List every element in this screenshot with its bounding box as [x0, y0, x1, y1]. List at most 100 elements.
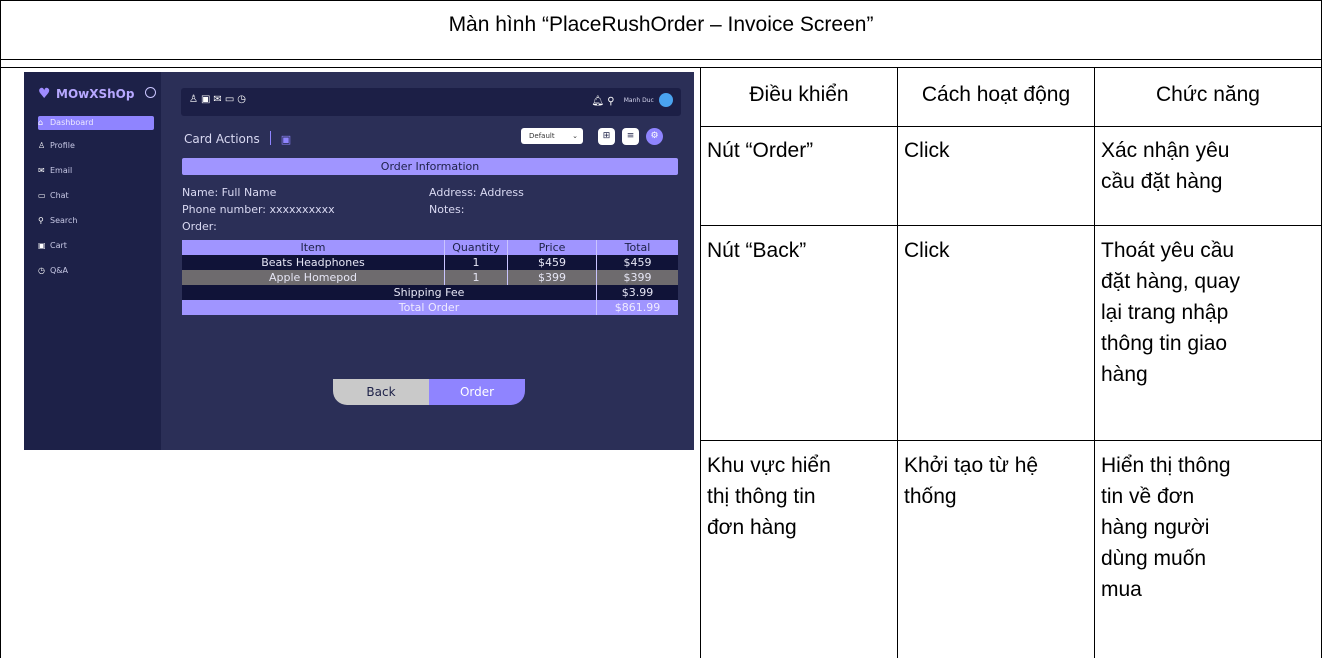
topbar-icons: ♙▣✉▭◷	[189, 94, 249, 105]
sidebar-item-dashboard[interactable]: ⌂ Dashboard	[38, 116, 154, 130]
sort-select-value: Default	[529, 132, 555, 140]
chevron-down-icon: ⌄	[572, 132, 578, 140]
table-row: Apple Homepod 1 $399 $399	[182, 270, 678, 285]
gear-icon: ⚙	[650, 131, 659, 141]
text-line: Khởi tạo từ hệ	[904, 454, 1039, 477]
item-name: Beats Headphones	[182, 255, 445, 270]
row3-action: Khởi tạo từ hệ thống	[904, 450, 1038, 512]
sidebar-item-search[interactable]: ⚲ Search	[38, 214, 154, 228]
list-icon: ≡	[626, 131, 635, 141]
col-divider	[897, 67, 898, 658]
topbar-right: 🔔︎ ⚲ Manh Duc	[591, 93, 673, 107]
cart-icon: ▣	[38, 241, 46, 250]
help-icon: ◷	[38, 266, 45, 275]
user-icon: ♙	[38, 141, 46, 150]
total-row: Total Order $861.99	[182, 300, 678, 315]
row-divider	[700, 225, 1322, 226]
text-line: thông tin giao	[1101, 332, 1228, 355]
sidebar-item-qa[interactable]: ◷ Q&A	[38, 264, 154, 278]
sidebar-item-profile[interactable]: ♙ Profile	[38, 139, 154, 153]
text-line: Thoát yêu cầu	[1101, 239, 1235, 262]
col-divider	[1321, 60, 1322, 658]
row1-control: Nút “Order”	[707, 139, 814, 162]
column-header: Total	[596, 240, 678, 255]
spec-table: Màn hình “PlaceRushOrder – Invoice Scree…	[0, 0, 1325, 658]
back-button[interactable]: Back	[333, 379, 429, 405]
text-line: dùng muốn	[1101, 547, 1207, 570]
order-notes: Notes:	[429, 203, 465, 216]
text-line: đơn hàng	[707, 516, 797, 539]
order-label: Order:	[182, 220, 217, 233]
sort-select[interactable]: Default ⌄	[521, 128, 583, 144]
chat-icon: ▭	[38, 191, 46, 200]
invoice-screenshot: ♥ MOwXShOp ⌂ Dashboard ♙ Profile ✉ Email ▭ Ch…	[24, 72, 694, 450]
avatar[interactable]	[659, 93, 673, 107]
customer-name: Name: Full Name	[182, 186, 277, 199]
order-info-heading: Order Information	[182, 158, 678, 175]
customer-phone: Phone number: xxxxxxxxxx	[182, 203, 335, 216]
col-divider	[700, 67, 701, 658]
shipping-row: Shipping Fee $3.99	[182, 285, 678, 300]
column-header: Price	[507, 240, 597, 255]
col-divider	[0, 60, 1, 658]
user-name[interactable]: Manh Duc	[624, 97, 654, 104]
chat-icon[interactable]: ▭	[225, 94, 237, 105]
heart-icon: ♥	[38, 86, 51, 102]
row1-function: Xác nhận yêu cầu đặt hàng	[1101, 135, 1229, 197]
theme-toggle-icon[interactable]	[145, 87, 156, 98]
text-line: mua	[1101, 578, 1142, 601]
list-view-button[interactable]: ≡	[622, 128, 639, 145]
item-price: $399	[507, 270, 597, 285]
help-icon[interactable]: ◷	[237, 94, 249, 105]
mail-icon: ✉	[38, 166, 45, 175]
row3-control: Khu vực hiển thị thông tin đơn hàng	[707, 450, 831, 543]
shipping-total: $3.99	[596, 285, 678, 300]
row1-action: Click	[904, 139, 950, 162]
item-name: Apple Homepod	[182, 270, 445, 285]
sidebar-item-label: Dashboard	[50, 118, 94, 127]
text-line: đặt hàng, quay	[1101, 270, 1240, 293]
order-button[interactable]: Order	[429, 379, 525, 405]
item-total: $459	[596, 255, 678, 270]
header-function: Chức năng	[1156, 83, 1260, 106]
text-line: hàng người	[1101, 516, 1210, 539]
table-header-row: Item Quantity Price Total	[182, 240, 678, 255]
item-price: $459	[507, 255, 597, 270]
header-control: Điều khiển	[749, 83, 849, 106]
card-actions-label: Card Actions	[184, 132, 260, 146]
sidebar-item-label: Email	[50, 166, 73, 175]
shipping-label: Shipping Fee	[182, 285, 597, 300]
row-divider	[700, 440, 1322, 441]
item-quantity: 1	[444, 270, 508, 285]
cart-icon[interactable]: ▣	[201, 94, 213, 105]
text-line: Hiển thị thông	[1101, 454, 1231, 477]
sidebar-item-label: Cart	[50, 241, 67, 250]
sidebar: ♥ MOwXShOp ⌂ Dashboard ♙ Profile ✉ Email ▭ Ch…	[24, 72, 161, 450]
sidebar-item-label: Profile	[50, 141, 75, 150]
bell-icon[interactable]: 🔔︎	[591, 96, 604, 107]
app-logo[interactable]: ♥ MOwXShOp	[38, 86, 158, 106]
cart-icon[interactable]: ▣	[281, 133, 291, 146]
customer-address: Address: Address	[429, 186, 524, 199]
grid-view-button[interactable]: ⊞	[598, 128, 615, 145]
row-divider	[0, 67, 1322, 68]
mail-icon[interactable]: ✉	[213, 94, 224, 105]
text-line: lại trang nhập	[1101, 301, 1229, 324]
sidebar-item-email[interactable]: ✉ Email	[38, 164, 154, 178]
sidebar-item-label: Search	[50, 216, 78, 225]
sidebar-item-label: Chat	[50, 191, 69, 200]
sidebar-item-cart[interactable]: ▣ Cart	[38, 239, 154, 253]
row2-action: Click	[904, 239, 950, 262]
user-icon[interactable]: ♙	[189, 94, 201, 105]
sidebar-item-label: Q&A	[50, 266, 69, 275]
settings-button[interactable]: ⚙	[646, 128, 663, 145]
col-divider	[1094, 67, 1095, 658]
item-total: $399	[596, 270, 678, 285]
row2-function: Thoát yêu cầu đặt hàng, quay lại trang n…	[1101, 235, 1240, 390]
column-header: Quantity	[444, 240, 508, 255]
home-icon: ⌂	[38, 118, 44, 127]
search-icon[interactable]: ⚲	[607, 96, 614, 107]
text-line: hàng	[1101, 363, 1148, 386]
total-label: Total Order	[182, 300, 597, 315]
sidebar-item-chat[interactable]: ▭ Chat	[38, 189, 154, 203]
